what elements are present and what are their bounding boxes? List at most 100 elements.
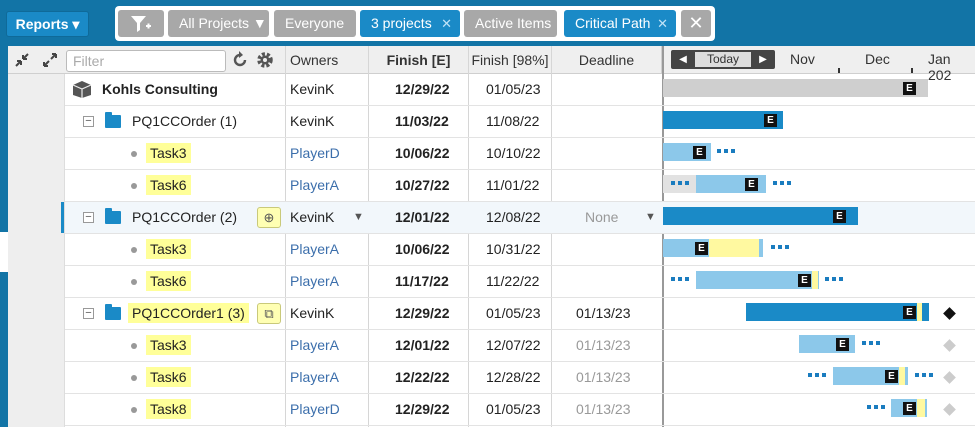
row-finish-98: 12/28/22	[486, 369, 541, 385]
bullet-icon	[131, 407, 137, 413]
gantt-bar[interactable]	[663, 79, 928, 97]
row-owner[interactable]: PlayerA	[290, 266, 339, 297]
everyone-filter[interactable]: Everyone	[274, 10, 356, 37]
row-name: PQ1CCOrder (2)	[132, 209, 238, 225]
filter-funnel-button[interactable]	[118, 10, 164, 37]
row-owner[interactable]: PlayerA	[290, 362, 339, 393]
gantt-slack-dots	[915, 373, 933, 377]
gantt-today-button[interactable]: Today	[695, 52, 751, 67]
row-owner[interactable]: KevinK	[290, 74, 334, 105]
row-owner[interactable]: PlayerA	[290, 234, 339, 265]
table-row[interactable]: Task3 PlayerA 10/06/22 10/31/22 E	[65, 234, 975, 266]
gantt-tick	[911, 68, 913, 73]
folder-icon	[105, 304, 121, 320]
table-row[interactable]: Task6 PlayerA 10/27/22 11/01/22 E	[65, 170, 975, 202]
gantt-marker: E	[764, 114, 777, 127]
task-name: Task8	[146, 399, 191, 419]
close-icon[interactable]: ✕	[657, 10, 668, 37]
row-deadline: 01/13/23	[576, 305, 631, 321]
row-owner[interactable]: PlayerD	[290, 394, 340, 425]
owner-dropdown-arrow[interactable]: ▼	[353, 202, 364, 233]
gantt-bar[interactable]	[746, 303, 929, 321]
row-finish-e: 12/29/22	[395, 305, 450, 321]
table-row[interactable]: Task6 PlayerA 12/22/22 12/28/22 01/13/23…	[65, 362, 975, 394]
column-header-owners[interactable]: Owners	[286, 46, 369, 74]
task-name: Task6	[146, 367, 191, 387]
table-row[interactable]: Task3 PlayerA 12/01/22 12/07/22 01/13/23…	[65, 330, 975, 362]
gantt-month-nov: Nov	[790, 51, 815, 67]
collapse-toggle[interactable]: −	[83, 116, 94, 127]
gantt-progress-fill	[812, 271, 818, 289]
gantt-slack-dots	[671, 277, 689, 281]
table-row[interactable]: Kohls Consulting KevinK 12/29/22 01/05/2…	[65, 74, 975, 106]
row-name: Task6	[146, 362, 191, 393]
table-row[interactable]: − PQ1CCOrder (1) KevinK 11/03/22 11/08/2…	[65, 106, 975, 138]
row-finish-98: 01/05/23	[486, 305, 541, 321]
deadline-diamond-icon	[943, 371, 956, 384]
gutter-gap	[0, 232, 8, 272]
bullet-icon	[131, 343, 137, 349]
all-projects-dropdown[interactable]: All Projects ▼	[168, 10, 269, 37]
target-icon[interactable]: ⊕	[257, 207, 281, 228]
table-row-selected[interactable]: − PQ1CCOrder (2) ⊕ KevinK ▼ 12/01/22 12/…	[61, 202, 975, 234]
row-finish-98: 11/22/22	[486, 273, 540, 289]
row-owner[interactable]: KevinK	[290, 106, 334, 137]
refresh-icon[interactable]	[230, 50, 250, 70]
deadline-diamond-icon	[943, 339, 956, 352]
gantt-slack-dots	[671, 181, 689, 185]
row-name: PQ1CCOrder1 (3)	[128, 298, 249, 329]
column-header-finish-98[interactable]: Finish [98%]	[469, 46, 552, 74]
collapse-all-icon[interactable]	[14, 52, 30, 68]
table-row[interactable]: − PQ1CCOrder1 (3) ⧉ KevinK 12/29/22 01/0…	[65, 298, 975, 330]
bullet-icon	[131, 151, 137, 157]
three-projects-filter[interactable]: 3 projects ✕	[360, 10, 460, 37]
close-icon[interactable]: ✕	[441, 10, 452, 37]
gantt-marker: E	[833, 210, 846, 223]
row-owner[interactable]: KevinK	[290, 298, 334, 329]
selection-indicator	[61, 202, 64, 233]
gear-icon[interactable]	[255, 50, 275, 70]
collapse-toggle[interactable]: −	[83, 212, 94, 223]
row-finish-98: 12/08/22	[486, 209, 541, 225]
filter-input[interactable]	[66, 50, 226, 72]
critical-path-filter[interactable]: Critical Path ✕	[564, 10, 676, 37]
table-row[interactable]: Task8 PlayerD 12/29/22 01/05/23 01/13/23…	[65, 394, 975, 426]
top-bar: Reports ▾ All Projects ▼ Everyone 3 proj…	[0, 0, 975, 46]
collapse-toggle[interactable]: −	[83, 308, 94, 319]
row-finish-e: 12/22/22	[395, 369, 450, 385]
gantt-prev-button[interactable]: ◀	[671, 50, 695, 69]
subproject-icon[interactable]: ⧉	[257, 303, 281, 324]
deadline-dropdown-arrow[interactable]: ▼	[645, 202, 656, 233]
column-header-deadline[interactable]: Deadline	[552, 46, 662, 74]
row-finish-e: 11/03/22	[395, 113, 449, 129]
gantt-slack-dots	[773, 181, 791, 185]
expand-all-icon[interactable]	[42, 52, 58, 68]
bullet-icon	[131, 279, 137, 285]
gantt-slack-dots	[862, 341, 880, 345]
gantt-slack-dots	[867, 405, 885, 409]
table-row[interactable]: Task6 PlayerA 11/17/22 11/22/22 E	[65, 266, 975, 298]
three-projects-label: 3 projects	[371, 15, 432, 31]
row-owner[interactable]: KevinK	[290, 202, 334, 233]
row-finish-98: 01/05/23	[486, 401, 541, 417]
row-deadline: 01/13/23	[576, 369, 631, 385]
gantt-next-button[interactable]: ▶	[751, 50, 775, 69]
folder-icon	[105, 208, 121, 224]
reports-button[interactable]: Reports ▾	[6, 11, 89, 37]
gantt-bar[interactable]	[663, 207, 858, 225]
clear-filters-button[interactable]: ✕	[681, 10, 711, 37]
row-finish-98: 11/08/22	[486, 113, 540, 129]
row-name: Task3	[146, 138, 191, 169]
row-finish-98: 10/31/22	[486, 241, 541, 257]
row-owner[interactable]: PlayerA	[290, 170, 339, 201]
row-owner[interactable]: PlayerA	[290, 330, 339, 361]
box-icon	[72, 81, 92, 98]
deadline-none[interactable]: None	[585, 202, 618, 233]
column-header-finish-e[interactable]: Finish [E]	[369, 46, 469, 74]
row-owner[interactable]: PlayerD	[290, 138, 340, 169]
gantt-slack-dots	[771, 245, 789, 249]
row-name: Task3	[146, 234, 191, 265]
active-items-filter[interactable]: Active Items	[464, 10, 557, 37]
table-row[interactable]: Task3 PlayerD 10/06/22 10/10/22 E	[65, 138, 975, 170]
bullet-icon	[131, 375, 137, 381]
